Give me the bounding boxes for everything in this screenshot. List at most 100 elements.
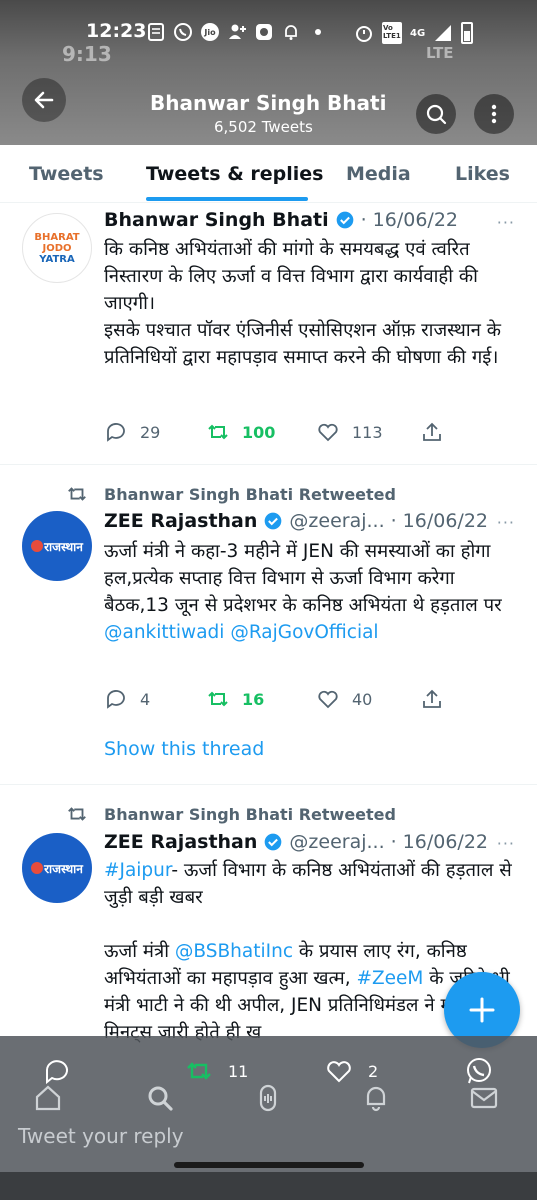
separator: · <box>390 510 397 532</box>
tweet-actions: 29 100 113 <box>104 420 444 448</box>
overlay-like-count: 2 <box>368 1061 379 1081</box>
retweeted-by: Bhanwar Singh Bhati Retweeted <box>66 483 396 505</box>
retweeted-by-label[interactable]: Bhanwar Singh Bhati Retweeted <box>104 805 396 824</box>
author-name[interactable]: ZEE Rajasthan <box>104 510 257 532</box>
like-action[interactable]: 113 <box>316 420 383 444</box>
hashtag-link[interactable]: #Jaipur <box>104 860 171 881</box>
share-action[interactable] <box>420 687 444 711</box>
user-add-icon <box>227 22 247 42</box>
tab-likes[interactable]: Likes <box>455 163 510 185</box>
search-icon[interactable] <box>144 1082 176 1114</box>
reply-action[interactable]: 4 <box>104 687 150 711</box>
like-count: 40 <box>352 689 373 709</box>
avatar[interactable]: BHARAT JODO YATRA <box>22 213 92 283</box>
avatar-text: राजस्थान <box>44 539 83 554</box>
notifications-bell-icon[interactable] <box>360 1082 392 1114</box>
like-action[interactable]: 40 <box>316 687 372 711</box>
dot-icon <box>308 22 328 42</box>
retweet-count: 100 <box>242 422 276 442</box>
more-vertical-icon <box>491 104 497 124</box>
tweet-header: ZEE Rajasthan @zeeraj... · 16/06/22 <box>104 831 488 853</box>
ghost-network: LTE <box>426 44 454 62</box>
reply-input[interactable]: Tweet your reply <box>18 1124 184 1148</box>
spaces-icon[interactable] <box>252 1082 284 1114</box>
retweet-count: 16 <box>242 689 265 709</box>
profile-header: 12:23 9:13 LTE Jio Vo LTE1 4G Bhanwar Si… <box>0 0 537 145</box>
retweet-icon <box>208 691 228 707</box>
share-icon <box>423 689 441 708</box>
tweet-more-menu[interactable]: ··· <box>497 834 515 853</box>
back-arrow-icon <box>34 91 54 109</box>
tweet-more-menu[interactable]: ··· <box>497 513 515 532</box>
author-handle[interactable]: @zeeraj... <box>289 831 384 853</box>
signal-label: 4G <box>410 27 426 39</box>
tweet-more-menu[interactable]: ··· <box>497 213 515 232</box>
tweet-paragraph: इसके पश्चात पॉवर एंजिनीर्स एसोसिएशन ऑफ़ … <box>104 320 501 368</box>
active-tab-indicator <box>146 197 308 201</box>
tweet[interactable]: BHARAT JODO YATRA Bhanwar Singh Bhati · … <box>0 203 537 465</box>
share-action[interactable] <box>420 420 444 444</box>
like-count: 113 <box>352 422 383 442</box>
search-button[interactable] <box>416 94 456 134</box>
logo-dot <box>31 540 44 552</box>
verified-badge-icon <box>265 833 282 851</box>
author-name[interactable]: Bhanwar Singh Bhati <box>104 209 329 231</box>
tweet-date[interactable]: 16/06/22 <box>403 510 488 532</box>
hashtag-link[interactable]: #ZeeM <box>356 968 423 989</box>
back-button[interactable] <box>22 78 66 122</box>
status-bar: 12:23 9:13 LTE Jio Vo LTE1 4G <box>0 0 537 66</box>
mention-link[interactable]: @RajGovOfficial <box>230 622 378 643</box>
retweet-icon <box>68 807 86 821</box>
home-icon[interactable] <box>32 1082 64 1114</box>
tweet-header: Bhanwar Singh Bhati · 16/06/22 <box>104 209 458 231</box>
reply-icon <box>107 690 125 709</box>
show-thread-link[interactable]: Show this thread <box>104 738 264 760</box>
tweet-paragraph: कि कनिष्ठ अभियंताओं की मांगो के समयबद्ध … <box>104 239 478 314</box>
tab-tweets-and-replies[interactable]: Tweets & replies <box>146 163 323 185</box>
search-icon <box>426 104 447 125</box>
ghost-time: 9:13 <box>62 42 112 66</box>
tweet-mentions: @ankittiwadi @RajGovOfficial <box>104 619 522 646</box>
tweet-date[interactable]: 16/06/22 <box>373 209 458 231</box>
tweet[interactable]: Bhanwar Singh Bhati Retweeted राजस्थान Z… <box>0 465 537 785</box>
bell-icon <box>281 22 301 42</box>
more-options-button[interactable] <box>474 94 514 134</box>
logo-dot <box>31 862 44 874</box>
avatar-text: YATRA <box>39 253 75 265</box>
home-indicator[interactable] <box>174 1162 364 1168</box>
tweet-date[interactable]: 16/06/22 <box>403 831 488 853</box>
heart-icon <box>318 423 338 442</box>
mention-link[interactable]: @ankittiwadi <box>104 622 224 643</box>
mention-link[interactable]: @BSBhatiInc <box>175 941 293 962</box>
tab-tweets[interactable]: Tweets <box>29 163 104 185</box>
retweeted-by-label[interactable]: Bhanwar Singh Bhati Retweeted <box>104 485 396 504</box>
tweet-count: 6,502 Tweets <box>214 118 313 136</box>
tweet-text-part: ऊर्जा मंत्री <box>104 941 175 962</box>
avatar[interactable]: राजस्थान <box>22 833 92 903</box>
retweet-action[interactable]: 100 <box>206 420 275 444</box>
gesture-area <box>0 1172 537 1200</box>
reply-icon <box>107 423 125 442</box>
reply-count: 4 <box>140 689 151 709</box>
whatsapp-icon <box>173 22 193 42</box>
avatar-text: राजस्थान <box>44 861 83 876</box>
battery-icon <box>461 22 474 44</box>
author-name[interactable]: ZEE Rajasthan <box>104 831 257 853</box>
tweet-actions: 4 16 40 <box>104 687 444 715</box>
avatar[interactable]: राजस्थान <box>22 511 92 581</box>
alarm-icon <box>354 23 374 43</box>
document-icon <box>146 22 166 42</box>
tweet-header: ZEE Rajasthan @zeeraj... · 16/06/22 <box>104 510 488 532</box>
plus-icon <box>469 997 495 1023</box>
tab-media[interactable]: Media <box>346 163 411 185</box>
messages-mail-icon[interactable] <box>468 1082 500 1114</box>
reply-action[interactable]: 29 <box>104 420 160 444</box>
jio-icon: Jio <box>200 22 220 42</box>
retweet-icon <box>68 487 86 501</box>
retweet-action[interactable]: 16 <box>206 687 264 711</box>
svg-text:Jio: Jio <box>203 28 216 37</box>
author-handle[interactable]: @zeeraj... <box>289 510 384 532</box>
tweet-text: ऊर्जा मंत्री ने कहा-3 महीने में JEN की स… <box>104 538 522 646</box>
profile-tabs: Tweets Tweets & replies Media Likes <box>0 145 537 203</box>
signal-icon <box>433 23 453 43</box>
